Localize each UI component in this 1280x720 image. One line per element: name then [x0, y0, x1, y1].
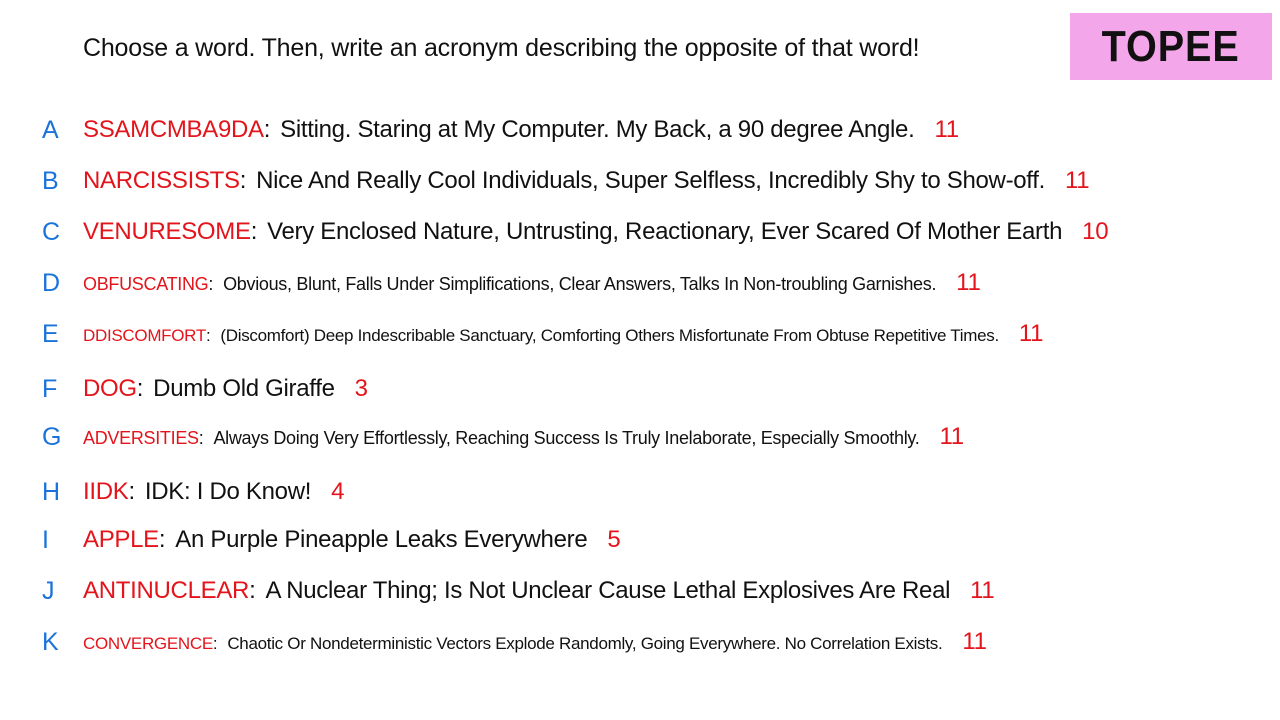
entry-score: 11: [970, 577, 995, 604]
entry-score: 11: [934, 116, 959, 143]
entry-definition: (Discomfort) Deep Indescribable Sanctuar…: [220, 326, 999, 345]
entry-score: 5: [607, 526, 621, 553]
entry-row[interactable]: A SSAMCMBA9DA: Sitting. Staring at My Co…: [0, 110, 1280, 150]
entry-row[interactable]: I APPLE: An Purple Pineapple Leaks Every…: [0, 520, 1280, 560]
entry-row[interactable]: E DDISCOMFORT: (Discomfort) Deep Indescr…: [0, 314, 1280, 354]
entry-row[interactable]: G ADVERSITIES: Always Doing Very Effortl…: [0, 417, 1280, 457]
entry-letter: J: [42, 576, 55, 605]
entry-score: 11: [1018, 320, 1044, 347]
entry-word: NARCISSISTS: [83, 167, 240, 194]
entry-score: 11: [962, 628, 987, 655]
entry-word: ADVERSITIES: [83, 428, 199, 448]
entry-letter: I: [42, 525, 49, 554]
entry-word: ANTINUCLEAR: [83, 577, 250, 604]
entry-letter: D: [42, 268, 61, 297]
entry-definition: IDK: I Do Know!: [144, 478, 312, 505]
entry-word: APPLE: [83, 526, 159, 553]
entry-row[interactable]: F DOG: Dumb Old Giraffe 3: [0, 369, 1280, 409]
entry-word: IIDK: [83, 478, 129, 505]
entry-row[interactable]: D OBFUSCATING: Obvious, Blunt, Falls Und…: [0, 263, 1280, 303]
entry-word: OBFUSCATING: [83, 274, 209, 294]
entry-word: VENURESOME: [83, 218, 251, 245]
entry-row[interactable]: H IIDK: IDK: I Do Know! 4: [0, 472, 1280, 512]
entry-letter: H: [42, 477, 61, 506]
entry-definition: Always Doing Very Effortlessly, Reaching…: [213, 428, 920, 448]
entry-score: 4: [331, 478, 345, 505]
entry-letter: C: [42, 217, 61, 246]
entry-letter: K: [42, 627, 59, 656]
entry-letter: F: [42, 374, 58, 403]
entry-definition: Very Enclosed Nature, Untrusting, Reacti…: [267, 218, 1063, 245]
entry-word: CONVERGENCE: [83, 634, 213, 653]
entry-score: 3: [354, 375, 368, 402]
entry-definition: Obvious, Blunt, Falls Under Simplificati…: [223, 274, 937, 294]
entry-definition: Nice And Really Cool Individuals, Super …: [256, 167, 1045, 194]
entry-row[interactable]: B NARCISSISTS: Nice And Really Cool Indi…: [0, 161, 1280, 201]
entry-letter: E: [42, 319, 59, 348]
player-name: TOPEE: [1101, 21, 1241, 71]
entry-score: 11: [1064, 167, 1090, 194]
entry-letter: B: [42, 166, 59, 195]
entry-letter: A: [42, 115, 59, 144]
entry-word: SSAMCMBA9DA: [83, 116, 264, 143]
entry-row[interactable]: J ANTINUCLEAR: A Nuclear Thing; Is Not U…: [0, 571, 1280, 611]
entry-score: 10: [1082, 218, 1109, 245]
entry-row[interactable]: K CONVERGENCE: Chaotic Or Nondeterminist…: [0, 622, 1280, 662]
entry-definition: Dumb Old Giraffe: [153, 375, 335, 402]
entry-definition: Sitting. Staring at My Computer. My Back…: [280, 116, 915, 143]
player-badge: TOPEE: [1070, 13, 1272, 80]
entry-row[interactable]: C VENURESOME: Very Enclosed Nature, Untr…: [0, 212, 1280, 252]
entry-letter: G: [42, 422, 62, 451]
prompt-text: Choose a word. Then, write an acronym de…: [83, 34, 920, 62]
entry-definition: A Nuclear Thing; Is Not Unclear Cause Le…: [265, 577, 951, 604]
entry-score: 11: [956, 269, 981, 296]
entry-definition: An Purple Pineapple Leaks Everywhere: [175, 526, 588, 553]
entry-definition: Chaotic Or Nondeterministic Vectors Expl…: [227, 634, 943, 653]
entry-word: DDISCOMFORT: [83, 326, 206, 345]
entry-score: 11: [939, 423, 964, 450]
entry-word: DOG: [83, 375, 137, 402]
